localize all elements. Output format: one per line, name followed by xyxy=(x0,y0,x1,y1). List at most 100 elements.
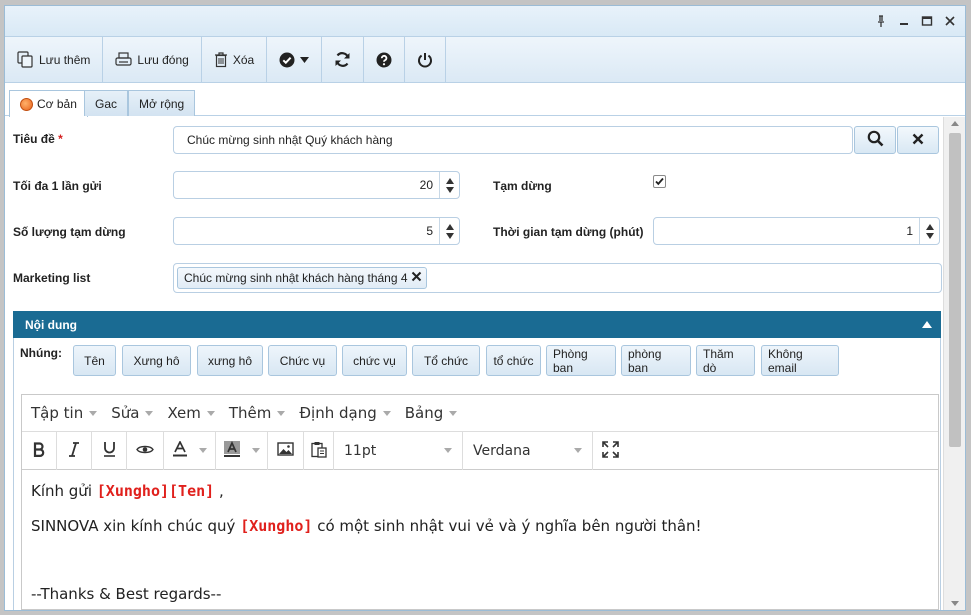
font-family-value: Verdana xyxy=(473,442,531,459)
preview-button[interactable] xyxy=(127,431,164,470)
rich-text-editor: Tập tin Sửa Xem Thêm Định dạng Bảng 11pt… xyxy=(21,394,939,610)
scroll-up-icon[interactable] xyxy=(951,121,959,126)
embed-button-salutation[interactable]: Xưng hô xyxy=(122,345,191,376)
pause-count-spinner[interactable] xyxy=(439,218,459,244)
chevron-down-icon xyxy=(145,410,154,416)
scroll-down-icon[interactable] xyxy=(951,601,959,606)
eye-icon xyxy=(136,444,154,458)
checkmark-icon xyxy=(655,177,664,186)
pause-time-input[interactable]: 1 xyxy=(653,217,940,245)
insert-image-button[interactable] xyxy=(268,431,304,470)
font-size-value: 11pt xyxy=(344,442,377,459)
text-color-icon xyxy=(172,440,187,460)
menu-file[interactable]: Tập tin xyxy=(24,404,104,422)
refresh-icon xyxy=(334,51,351,68)
collapse-icon[interactable] xyxy=(922,321,932,328)
menu-table-label: Bảng xyxy=(404,404,444,422)
save-close-button[interactable]: Lưu đóng xyxy=(103,37,202,82)
tab-basic[interactable]: Cơ bản xyxy=(9,90,88,117)
chevron-down-icon xyxy=(574,448,582,453)
embed-button-organization-lower[interactable]: tổ chức xyxy=(486,345,541,376)
underline-button[interactable] xyxy=(92,431,127,470)
menu-insert[interactable]: Thêm xyxy=(222,404,293,422)
help-button[interactable] xyxy=(364,37,406,82)
max-send-input[interactable]: 20 xyxy=(173,171,460,199)
menu-table[interactable]: Bảng xyxy=(398,404,465,422)
pause-count-input[interactable]: 5 xyxy=(173,217,460,245)
embed-button-position[interactable]: Chức vụ xyxy=(268,345,337,376)
bold-button[interactable] xyxy=(22,431,57,470)
window-controls xyxy=(874,14,957,28)
clear-button[interactable] xyxy=(897,126,939,154)
menu-file-label: Tập tin xyxy=(31,404,84,422)
wish-text: SINNOVA xin kính chúc quý xyxy=(31,517,236,535)
marketing-list-tag: Chúc mừng sinh nhật khách hàng tháng 4 xyxy=(177,267,427,289)
remove-tag-icon[interactable] xyxy=(411,271,422,285)
content-panel-header[interactable]: Nội dung xyxy=(13,311,941,338)
check-circle-icon xyxy=(279,52,295,68)
embed-button-organization[interactable]: Tổ chức xyxy=(412,345,480,376)
pause-time-label: Thời gian tạm dừng (phút) xyxy=(493,225,644,239)
doc-line-wish: SINNOVA xin kính chúc quý [Xungho] có mộ… xyxy=(31,517,929,535)
chevron-down-icon xyxy=(444,448,452,453)
pause-label: Tạm dừng xyxy=(493,179,552,193)
embed-button-name[interactable]: Tên xyxy=(73,345,116,376)
embed-button-department-lower[interactable]: phòng ban xyxy=(621,345,691,376)
text-color-button[interactable] xyxy=(164,431,216,470)
image-icon xyxy=(277,442,294,459)
title-input[interactable]: Chúc mừng sinh nhật Quý khách hàng xyxy=(173,126,853,154)
doc-line-greeting: Kính gửi [Xungho][Ten] , xyxy=(31,482,929,500)
editor-format-bar: 11pt Verdana xyxy=(22,431,938,470)
italic-icon xyxy=(69,441,79,460)
caret-down-icon xyxy=(300,56,310,63)
question-icon xyxy=(376,52,392,68)
menu-insert-label: Thêm xyxy=(228,404,272,422)
embed-button-department[interactable]: Phòng ban xyxy=(546,345,616,376)
delete-button[interactable]: Xóa xyxy=(202,37,268,82)
chevron-down-icon xyxy=(198,448,207,453)
chevron-down-icon xyxy=(251,448,260,453)
power-button[interactable] xyxy=(405,37,447,82)
max-send-spinner[interactable] xyxy=(439,172,459,198)
embed-button-survey[interactable]: Thăm dò xyxy=(696,345,755,376)
fullscreen-button[interactable] xyxy=(593,432,627,470)
italic-button[interactable] xyxy=(57,431,92,470)
content-panel-title: Nội dung xyxy=(25,317,77,332)
vertical-scrollbar[interactable] xyxy=(943,117,965,610)
menu-format-label: Định dạng xyxy=(299,404,377,422)
menu-edit[interactable]: Sửa xyxy=(104,404,160,422)
tab-basic-label: Cơ bản xyxy=(37,97,77,111)
pause-checkbox[interactable] xyxy=(653,175,666,188)
save-more-button[interactable]: Lưu thêm xyxy=(5,37,104,82)
greeting-tail: , xyxy=(214,482,224,500)
pin-icon[interactable] xyxy=(874,14,888,28)
search-button[interactable] xyxy=(854,126,896,154)
marketing-list-label: Marketing list xyxy=(13,271,91,285)
font-family-select[interactable]: Verdana xyxy=(463,431,593,470)
clipboard-icon xyxy=(310,441,327,461)
pause-time-spinner[interactable] xyxy=(919,218,939,244)
font-size-select[interactable]: 11pt xyxy=(334,431,463,470)
approve-dropdown-button[interactable] xyxy=(267,37,323,82)
menu-view[interactable]: Xem xyxy=(160,404,221,422)
embed-button-no-email[interactable]: Không email xyxy=(761,345,839,376)
background-color-button[interactable] xyxy=(216,431,268,470)
underline-icon xyxy=(103,441,116,460)
merge-field-salutation-name: [Xungho][Ten] xyxy=(96,482,215,500)
pause-time-value: 1 xyxy=(906,224,913,238)
minimize-icon[interactable] xyxy=(897,14,911,28)
paste-button[interactable] xyxy=(304,431,334,470)
tab-gac[interactable]: Gac xyxy=(84,90,129,116)
embed-button-salutation-lower[interactable]: xưng hô xyxy=(197,345,263,376)
refresh-button[interactable] xyxy=(322,37,365,82)
menu-format[interactable]: Định dạng xyxy=(292,404,397,422)
editor-document[interactable]: Kính gửi [Xungho][Ten] , SINNOVA xin kín… xyxy=(22,470,938,610)
tab-extended[interactable]: Mở rộng xyxy=(128,90,196,116)
maximize-icon[interactable] xyxy=(920,14,934,28)
search-icon xyxy=(867,130,884,150)
status-dot-icon xyxy=(20,97,33,111)
max-send-label: Tối đa 1 lần gửi xyxy=(13,179,102,193)
close-icon[interactable] xyxy=(943,14,957,28)
embed-button-position-lower[interactable]: chức vụ xyxy=(342,345,407,376)
scroll-thumb[interactable] xyxy=(949,133,961,447)
